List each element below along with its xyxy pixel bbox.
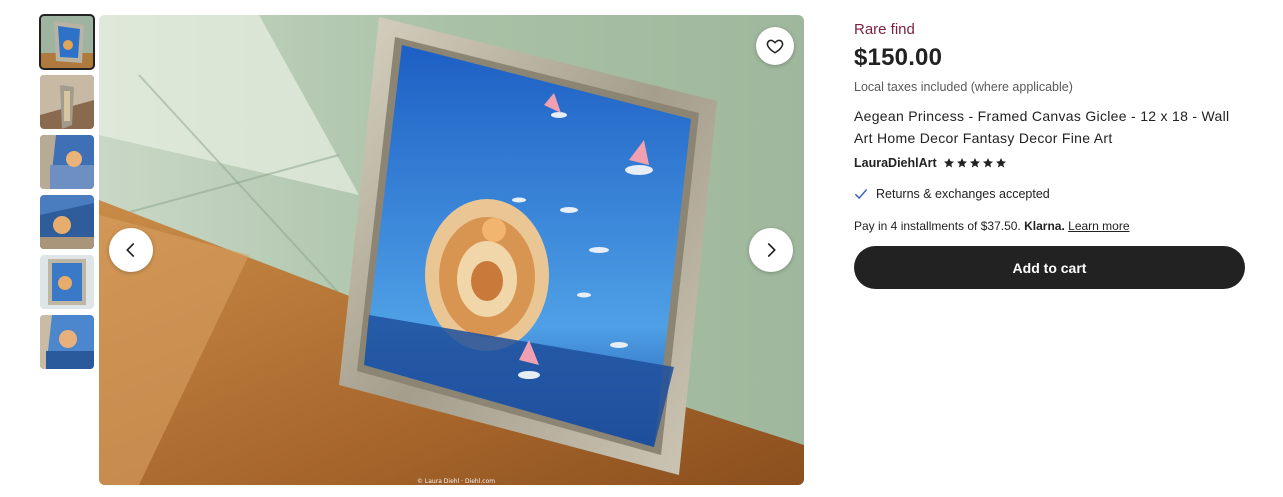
thumbnail-strip bbox=[39, 14, 95, 375]
checkmark-icon bbox=[855, 189, 867, 199]
star-icon bbox=[982, 158, 993, 168]
star-icon bbox=[995, 158, 1006, 168]
main-product-image[interactable]: © Laura Diehl · Diehl.com bbox=[99, 15, 804, 485]
rare-find-badge: Rare find bbox=[854, 21, 915, 38]
returns-text: Returns & exchanges accepted bbox=[876, 187, 1050, 201]
framed-painting-photo: © Laura Diehl · Diehl.com bbox=[99, 15, 804, 485]
thumbnail-4[interactable] bbox=[40, 195, 94, 249]
star-icon bbox=[956, 158, 967, 168]
thumbnail-6[interactable] bbox=[40, 315, 94, 369]
learn-more-link[interactable]: Learn more bbox=[1068, 219, 1129, 233]
star-rating bbox=[943, 157, 1007, 169]
seller-row: LauraDiehlArt bbox=[854, 155, 1246, 171]
thumbnail-1[interactable] bbox=[39, 14, 95, 70]
star-icon bbox=[969, 158, 980, 168]
thumbnail-3[interactable] bbox=[40, 135, 94, 189]
thumbnail-5[interactable] bbox=[40, 255, 94, 309]
watermark: © Laura Diehl · Diehl.com bbox=[417, 478, 495, 485]
chevron-right-icon bbox=[767, 243, 776, 257]
favorite-button[interactable] bbox=[756, 27, 794, 65]
klarna-brand: Klarna. bbox=[1024, 219, 1065, 233]
chevron-left-icon bbox=[126, 243, 135, 257]
star-icon bbox=[943, 158, 954, 168]
previous-image-button[interactable] bbox=[109, 228, 153, 272]
add-to-cart-button[interactable]: Add to cart bbox=[854, 246, 1245, 289]
tax-note: Local taxes included (where applicable) bbox=[854, 80, 1073, 94]
listing-info-panel: Rare find $150.00 Local taxes included (… bbox=[854, 20, 1246, 289]
heart-outline-icon bbox=[766, 39, 784, 54]
klarna-text: Pay in 4 installments of $37.50. bbox=[854, 219, 1025, 233]
seller-name-link[interactable]: LauraDiehlArt bbox=[854, 156, 937, 170]
klarna-installments: Pay in 4 installments of $37.50. Klarna.… bbox=[854, 218, 1246, 234]
price: $150.00 bbox=[854, 44, 943, 71]
listing-title: Aegean Princess - Framed Canvas Giclee -… bbox=[854, 108, 1230, 146]
next-image-button[interactable] bbox=[749, 228, 793, 272]
returns-policy: Returns & exchanges accepted bbox=[854, 187, 1246, 201]
thumbnail-2[interactable] bbox=[40, 75, 94, 129]
